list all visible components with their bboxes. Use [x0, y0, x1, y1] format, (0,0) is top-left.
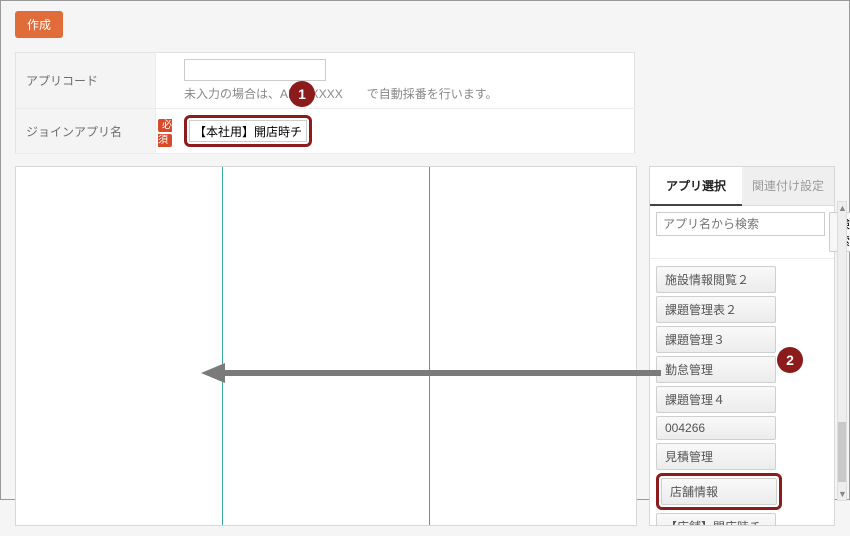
- app-item[interactable]: 課題管理表２: [656, 296, 776, 323]
- callout-2-badge: 2: [777, 347, 803, 373]
- app-item-highlight[interactable]: 店舗情報: [656, 473, 782, 510]
- join-app-name-input[interactable]: [189, 120, 307, 142]
- app-item[interactable]: 見積管理: [656, 443, 776, 470]
- canvas-column-divider: [429, 167, 430, 525]
- app-item[interactable]: 004266: [656, 416, 776, 440]
- join-app-name-highlight: [184, 115, 312, 147]
- scroll-up-arrow[interactable]: ▲: [838, 202, 846, 214]
- app-item[interactable]: 課題管理４: [656, 386, 776, 413]
- app-code-hint: 未入力の場合は、APP_XXXX で自動採番を行います。: [184, 85, 624, 102]
- app-item-label: 店舗情報: [661, 478, 777, 505]
- app-item[interactable]: 勤怠管理: [656, 356, 776, 383]
- side-scrollbar[interactable]: ▲ ▼: [837, 201, 847, 501]
- app-code-input[interactable]: [184, 59, 326, 81]
- create-button[interactable]: 作成: [15, 11, 63, 38]
- layout-canvas[interactable]: [15, 166, 637, 526]
- app-item[interactable]: 施設情報閲覧２: [656, 266, 776, 293]
- side-panel: アプリ選択 関連付け設定 検 索 施設情報閲覧２課題管理表２課題管理３勤怠管理課…: [649, 166, 835, 526]
- join-app-name-label: ジョインアプリ名: [16, 109, 156, 154]
- scroll-down-arrow[interactable]: ▼: [838, 488, 846, 500]
- app-list[interactable]: 施設情報閲覧２ 課題管理表２ 課題管理３ 勤怠管理課題管理４ 004266 見積管理店舗情…: [650, 259, 834, 525]
- callout-1-badge: 1: [289, 81, 315, 107]
- app-code-required-cell: [156, 53, 175, 109]
- drag-arrow-annotation: [201, 361, 661, 385]
- tab-relation-settings[interactable]: 関連付け設定: [742, 167, 834, 206]
- canvas-column-divider: [222, 167, 223, 525]
- required-badge: 必須: [158, 119, 172, 147]
- app-item[interactable]: 課題管理３: [656, 326, 776, 353]
- app-search-input[interactable]: [656, 212, 825, 236]
- form-table: アプリコード 未入力の場合は、APP_XXXX で自動採番を行います。 ジョイン…: [15, 52, 635, 154]
- scroll-thumb[interactable]: [838, 422, 846, 482]
- app-code-label: アプリコード: [16, 53, 156, 109]
- tab-app-select[interactable]: アプリ選択: [650, 167, 742, 206]
- app-item[interactable]: 【店舗】開店時チ: [656, 513, 776, 525]
